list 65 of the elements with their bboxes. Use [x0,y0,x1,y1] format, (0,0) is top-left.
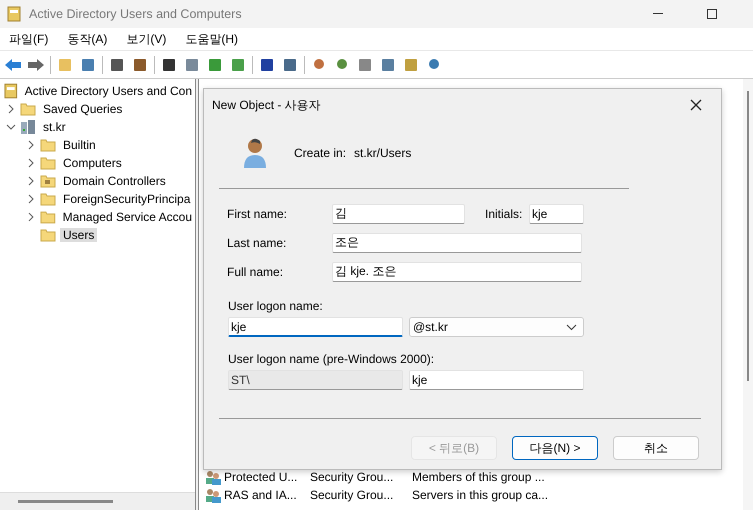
domain-dropdown[interactable]: @st.kr [409,317,584,337]
dialog-button[interactable]: 취소 [613,436,699,460]
tree-item[interactable]: st.kr [40,120,69,134]
window-title: Active Directory Users and Computers [29,7,242,21]
app-icon [7,6,21,22]
domain-icon [20,119,36,135]
scrollbar[interactable] [743,79,753,510]
close-icon[interactable] [690,99,702,111]
folder-icon [40,192,56,206]
tree-item[interactable]: Computers [60,156,125,170]
chevron-right-icon[interactable] [26,140,36,150]
chevron-right-icon[interactable] [6,104,16,114]
dialog-title: New Object - 사용자 [212,96,321,114]
input-field[interactable]: kje [529,204,584,224]
tree-item[interactable]: ForeignSecurityPrincipa [60,192,194,206]
field-label: User logon name (pre-Windows 2000): [227,351,436,368]
menu-item[interactable]: 동작(A) [67,30,108,48]
tree-item[interactable]: Users [60,228,98,242]
input-field[interactable]: kje [228,317,403,337]
snap-in-icon [4,83,18,99]
folder-icon [40,174,56,188]
input-field[interactable]: 김 [332,204,465,224]
menu-item[interactable]: 보기(V) [126,30,166,48]
field-label: Last name: [227,236,288,250]
maximize-icon[interactable] [707,9,717,19]
chevron-right-icon[interactable] [26,212,36,222]
folder-icon [40,228,56,242]
tree-item[interactable]: Managed Service Accou [60,210,195,224]
tree-item[interactable]: Domain Controllers [60,174,169,188]
list-cell-text: Security Grou... [310,488,394,502]
input-field: ST\ [228,370,403,390]
input-field[interactable]: 조은 [332,232,582,252]
group-icon [205,488,222,502]
minimize-icon[interactable] [653,13,663,15]
folder-icon [40,138,56,152]
chevron-down-icon[interactable] [6,122,16,132]
list-cell: Members of this group ... [412,470,545,484]
list-cell-text: RAS and IA... [224,488,298,502]
create-in-path: st.kr/Users [354,146,412,160]
field-label: Full name: [227,264,284,278]
tree-item[interactable]: Saved Queries [40,102,126,116]
list-cell-text: Security Grou... [310,470,394,484]
field-label: First name: [227,206,288,220]
tree-item[interactable]: Builtin [60,138,99,152]
folder-icon [40,210,56,224]
field-label: Initials: [485,206,524,220]
chevron-right-icon[interactable] [26,158,36,168]
chevron-right-icon[interactable] [26,176,36,186]
group-icon [205,470,222,484]
field-label: Create in: [294,146,348,160]
menu-item[interactable]: 파일(F) [9,30,48,48]
list-cell-text: Protected U... [224,470,298,484]
folder-icon [20,102,36,116]
input-field[interactable]: kje [409,370,584,390]
menu-item[interactable]: 도움말(H) [185,30,238,48]
tree-item[interactable]: Active Directory Users and Con [22,84,195,98]
chevron-right-icon[interactable] [26,194,36,204]
dialog-button[interactable]: 다음(N) > [512,436,598,460]
folder-icon [40,156,56,170]
input-field[interactable]: 김 kje. 조은 [332,262,582,282]
chevron-down-icon [566,324,577,330]
user-icon [242,137,268,169]
scrollbar[interactable] [0,492,195,510]
list-cell: Servers in this group ca... [412,488,548,502]
field-label: User logon name: [227,298,324,315]
